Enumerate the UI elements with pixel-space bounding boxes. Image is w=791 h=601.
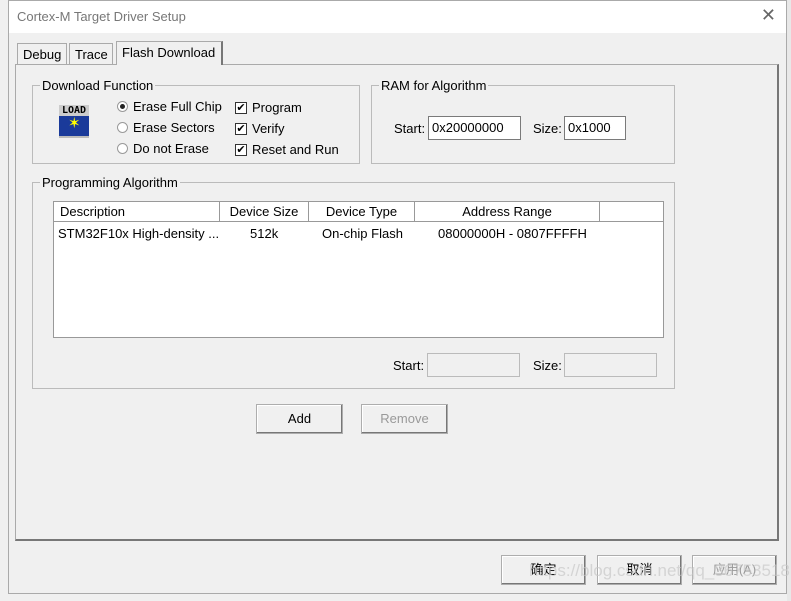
checkbox-program[interactable]: ✔ Program — [235, 97, 339, 118]
group-label: Download Function — [40, 78, 156, 93]
radio-button[interactable] — [117, 101, 128, 112]
start-label: Start: — [394, 121, 426, 136]
column-header-description[interactable]: Description — [54, 202, 220, 222]
cell-device-size: 512k — [250, 226, 279, 241]
tab-debug[interactable]: Debug — [17, 43, 67, 64]
radio-button[interactable] — [117, 143, 128, 154]
check-icon[interactable]: ✔ — [235, 122, 247, 135]
window-title: Cortex-M Target Driver Setup — [17, 9, 186, 24]
column-header-address-range[interactable]: Address Range — [415, 202, 600, 222]
checkbox-label: Program — [252, 100, 302, 115]
load-icon: LOAD ✶ — [59, 105, 89, 138]
tab-flash-download[interactable]: Flash Download — [116, 41, 223, 65]
algo-start-label: Start: — [393, 358, 425, 373]
ram-size-input[interactable]: 0x1000 — [564, 116, 626, 140]
check-icon[interactable]: ✔ — [235, 101, 247, 114]
column-header-device-size[interactable]: Device Size — [220, 202, 309, 222]
tab-panel: Download Function LOAD ✶ Erase Full Chip… — [15, 64, 779, 541]
checkbox-label: Verify — [252, 121, 285, 136]
remove-button[interactable]: Remove — [361, 404, 448, 434]
apply-button[interactable]: 应用(A) — [692, 555, 777, 585]
radio-erase-full-chip[interactable]: Erase Full Chip — [117, 96, 222, 117]
radio-label: Erase Sectors — [133, 120, 215, 135]
cell-description: STM32F10x High-density ... — [58, 226, 220, 241]
dialog-window: Cortex-M Target Driver Setup ✕ Debug Tra… — [8, 0, 790, 594]
cell-device-type: On-chip Flash — [322, 226, 403, 241]
cancel-button[interactable]: 取消 — [597, 555, 682, 585]
add-button[interactable]: Add — [256, 404, 343, 434]
algo-start-input[interactable] — [427, 353, 520, 377]
radio-do-not-erase[interactable]: Do not Erase — [117, 138, 222, 159]
radio-button[interactable] — [117, 122, 128, 133]
ram-group: RAM for Algorithm Start: 0x20000000 Size… — [371, 78, 675, 164]
group-label: Programming Algorithm — [40, 175, 180, 190]
download-function-group: Download Function LOAD ✶ Erase Full Chip… — [32, 78, 360, 164]
radio-label: Erase Full Chip — [133, 99, 222, 114]
table-row[interactable]: STM32F10x High-density ... 512k On-chip … — [54, 224, 663, 244]
ok-button[interactable]: 确定 — [501, 555, 586, 585]
ram-start-input[interactable]: 0x20000000 — [428, 116, 521, 140]
group-label: RAM for Algorithm — [379, 78, 489, 93]
checkbox-reset-and-run[interactable]: ✔ Reset and Run — [235, 139, 339, 160]
algo-size-input[interactable] — [564, 353, 657, 377]
cell-address-range: 08000000H - 0807FFFFH — [438, 226, 587, 241]
background-app — [787, 0, 791, 601]
size-label: Size: — [533, 121, 562, 136]
checkbox-verify[interactable]: ✔ Verify — [235, 118, 339, 139]
tab-trace[interactable]: Trace — [69, 43, 113, 64]
check-icon[interactable]: ✔ — [235, 143, 247, 156]
radio-label: Do not Erase — [133, 141, 209, 156]
column-header-empty — [600, 202, 663, 222]
close-icon[interactable]: ✕ — [761, 5, 776, 26]
column-header-device-type[interactable]: Device Type — [309, 202, 415, 222]
title-bar: Cortex-M Target Driver Setup ✕ — [9, 1, 786, 33]
checkbox-label: Reset and Run — [252, 142, 339, 157]
algo-size-label: Size: — [533, 358, 562, 373]
radio-erase-sectors[interactable]: Erase Sectors — [117, 117, 222, 138]
algorithm-table[interactable]: Description Device Size Device Type Addr… — [53, 201, 664, 338]
